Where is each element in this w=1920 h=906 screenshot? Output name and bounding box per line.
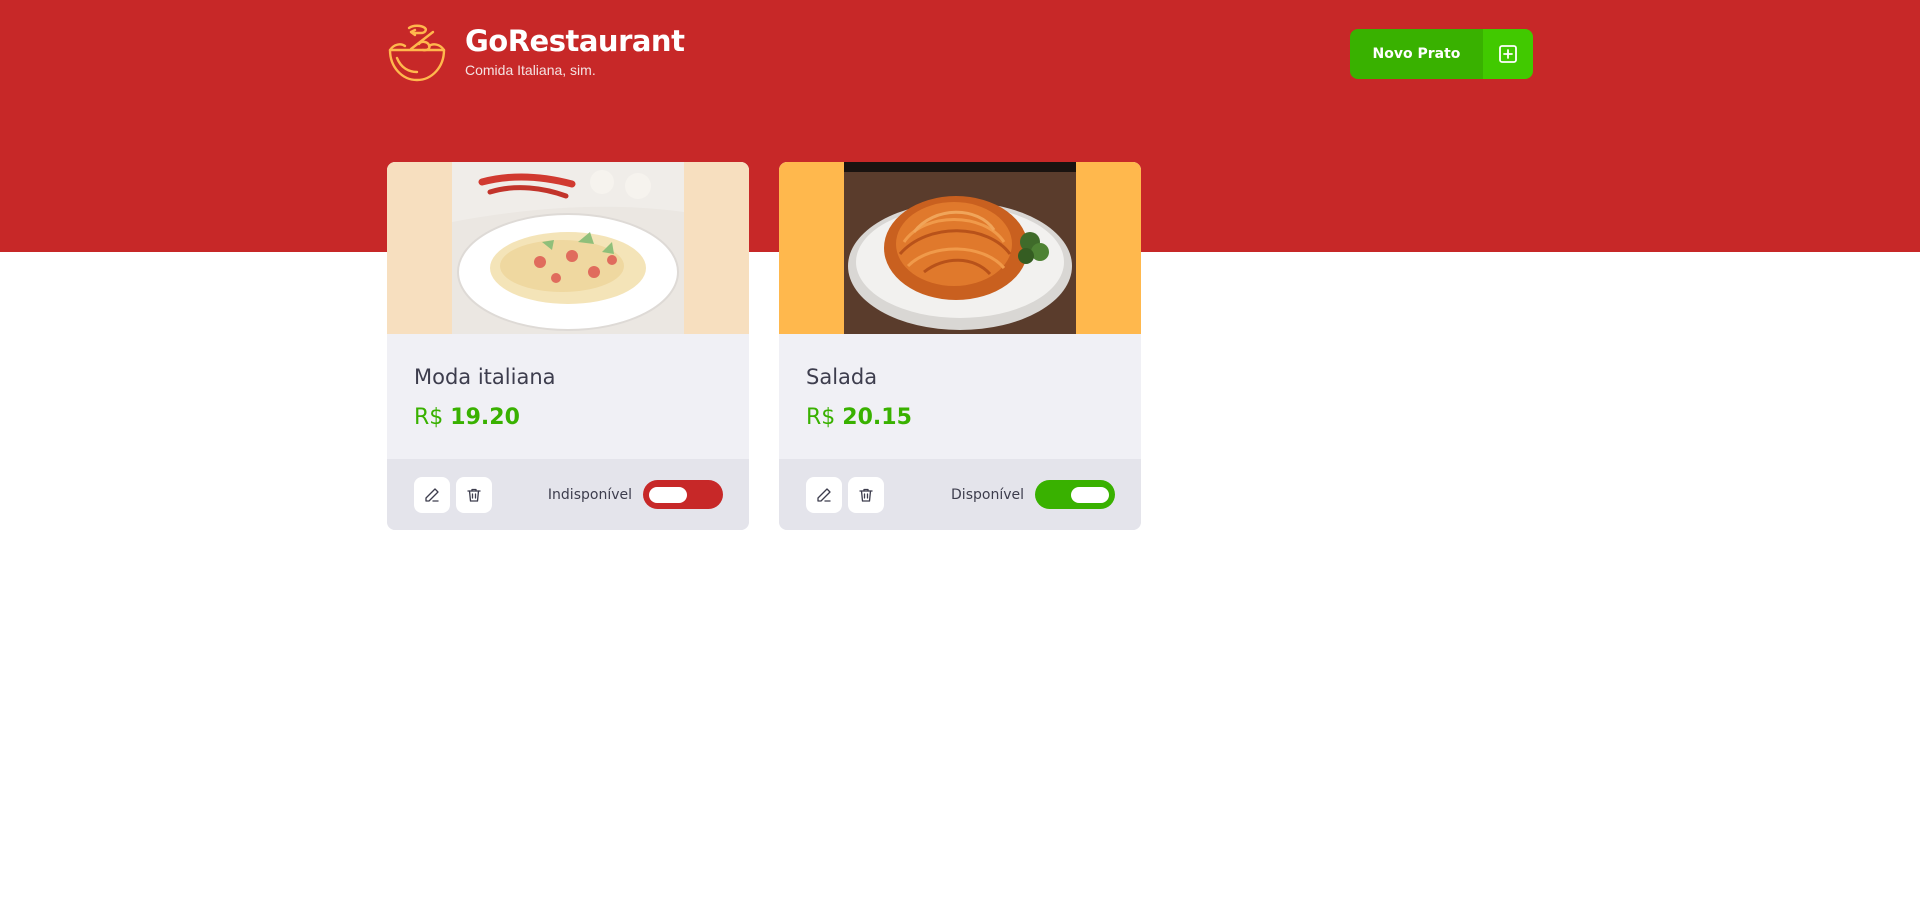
pencil-icon [425, 487, 439, 502]
dish-info: Salada R$ 20.15 [779, 334, 1141, 459]
availability: Disponível [951, 480, 1115, 509]
dish-footer: Disponível [779, 459, 1141, 530]
dish-card: Salada R$ 20.15 Disponível [779, 162, 1141, 530]
dish-actions [806, 476, 884, 513]
toggle-knob [1071, 487, 1109, 503]
app-title: GoRestaurant [465, 24, 685, 58]
dish-price-currency: R$ [806, 405, 836, 430]
dish-name: Salada [806, 365, 878, 389]
dish-price-value: 19.20 [450, 405, 520, 430]
dish-image [779, 162, 1141, 334]
trash-icon [467, 488, 481, 502]
page-header: GoRestaurant Comida Italiana, sim. Novo … [387, 24, 1533, 84]
availability-label: Disponível [951, 486, 1024, 503]
dishes-grid: Moda italiana R$ 19.20 Indisponível Sala… [387, 162, 1141, 530]
trash-icon [859, 488, 873, 502]
availability-toggle[interactable] [1035, 480, 1115, 509]
availability: Indisponível [548, 480, 723, 509]
new-dish-button-label: Novo Prato [1350, 29, 1483, 79]
dish-footer: Indisponível [387, 459, 749, 530]
app-subtitle: Comida Italiana, sim. [465, 62, 596, 78]
plus-square-icon [1483, 29, 1533, 79]
dish-info: Moda italiana R$ 19.20 [387, 334, 749, 459]
edit-dish-button[interactable] [806, 476, 842, 513]
pencil-icon [817, 487, 831, 502]
new-dish-button[interactable]: Novo Prato [1350, 29, 1533, 79]
dish-price: R$ 20.15 [806, 404, 1114, 432]
dish-price-currency: R$ [414, 405, 444, 430]
bowl-icon [388, 24, 446, 82]
delete-dish-button[interactable] [848, 476, 884, 513]
toggle-knob [649, 487, 687, 503]
dish-actions [414, 476, 492, 513]
availability-label: Indisponível [547, 486, 632, 503]
dish-price: R$ 19.20 [414, 404, 722, 432]
brand: GoRestaurant Comida Italiana, sim. [465, 24, 685, 78]
dish-photo [452, 162, 684, 334]
dish-name: Moda italiana [414, 365, 556, 389]
dish-photo [844, 162, 1076, 334]
dish-card: Moda italiana R$ 19.20 Indisponível [387, 162, 749, 530]
edit-dish-button[interactable] [414, 476, 450, 513]
availability-toggle[interactable] [643, 480, 723, 509]
dish-price-value: 20.15 [842, 405, 912, 430]
delete-dish-button[interactable] [456, 476, 492, 513]
dish-image [387, 162, 749, 334]
